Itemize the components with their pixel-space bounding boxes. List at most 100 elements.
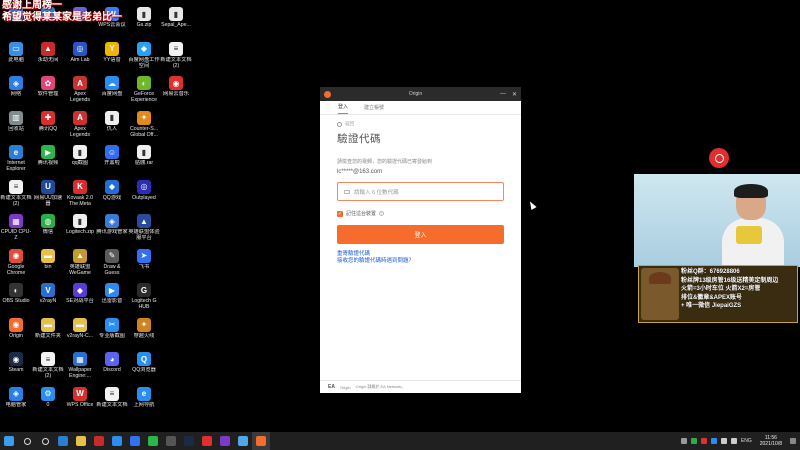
taskbar-app-purple-icon[interactable]	[216, 432, 234, 450]
taskbar-obs-icon[interactable]	[162, 432, 180, 450]
qq-tray-icon[interactable]	[710, 438, 717, 444]
minimize-icon[interactable]: —	[500, 91, 506, 98]
desktop-icon[interactable]: Vv2rayN	[32, 280, 64, 315]
desktop-icon[interactable]: ☁ 百度网盘	[96, 73, 128, 108]
desktop-icon[interactable]: ▶ 腾讯视频	[32, 142, 64, 177]
tray-arrow-icon[interactable]	[680, 438, 687, 444]
desktop-icon[interactable]: e Internet Explorer	[0, 142, 32, 177]
desktop-icon[interactable]: ▦ CPUID CPU-Z	[0, 211, 32, 246]
taskbar-app-feishu-icon[interactable]	[126, 432, 144, 450]
resend-code-link[interactable]: 重寄驗證代碼	[337, 251, 504, 258]
desktop-icon[interactable]: A Apex Legends	[64, 73, 96, 108]
desktop-icon[interactable]: ▬ bin	[32, 246, 64, 281]
notification-icon[interactable]	[790, 438, 796, 444]
desktop-icon[interactable]: Y YY语音	[96, 39, 128, 74]
verification-code-input[interactable]: 請輸入 6 位數代碼	[337, 182, 504, 201]
language-indicator[interactable]: ENG	[741, 438, 752, 444]
desktop-icon[interactable]: Q QQ浏览器	[128, 349, 160, 384]
network-icon[interactable]	[720, 438, 727, 444]
desktop-icon[interactable]: ≡ 新建文本文档(2)	[0, 177, 32, 212]
desktop-icon[interactable]: ▮ qq截图	[64, 142, 96, 177]
desktop-icon[interactable]: ▥ 回收站	[0, 108, 32, 143]
taskbar-internet-explorer-icon[interactable]	[54, 432, 72, 450]
wechat-tray-icon[interactable]	[690, 438, 697, 444]
desktop-icon[interactable]: ▶ 迅雷影音	[96, 280, 128, 315]
desktop-icon[interactable]: ✦ Counter-S... Global Off...	[128, 108, 160, 143]
desktop-icon[interactable]: ▮ Logitech.zip	[64, 211, 96, 246]
desktop-icon[interactable]: ☺ 开黑啦	[96, 142, 128, 177]
desktop-icon[interactable]: ≡ 新建文本文档(2)	[32, 349, 64, 384]
taskbar-task-view-icon[interactable]	[36, 432, 54, 450]
desktop-icon[interactable]: ✎ Draw & Guess	[96, 246, 128, 281]
desktop-icon[interactable]: ◐ OBS Studio	[0, 280, 32, 315]
taskbar-app-red-icon[interactable]	[90, 432, 108, 450]
desktop-icon[interactable]: ▮ Gs.zip	[128, 4, 160, 39]
taskbar-netease-music-icon[interactable]	[198, 432, 216, 450]
tab-login[interactable]: 登入	[338, 103, 349, 114]
desktop-icon[interactable]: ▲ 英雄联盟WeGame	[64, 246, 96, 281]
desktop-icon[interactable]: ◉ Steam	[0, 349, 32, 384]
desktop-icon[interactable]: ◍ 微信	[32, 211, 64, 246]
desktop-icon[interactable]: ◉ Google Chrome	[0, 246, 32, 281]
desktop-icon[interactable]: ◎ Outplayed	[128, 177, 160, 212]
desktop-icon[interactable]: e 上网导航	[128, 384, 160, 419]
desktop-icon[interactable]: K Kovaak 2.0 The Meta	[64, 177, 96, 212]
help-icon[interactable]: ?	[379, 211, 385, 216]
desktop-icon[interactable]: ➤ 飞书	[128, 246, 160, 281]
desktop-icon[interactable]: ◎ Aim Lab	[64, 39, 96, 74]
desktop-icon[interactable]: ≡ 新建文本文档(2)	[160, 39, 192, 74]
desktop-icon[interactable]: ▦ Wallpaper Engine:...	[64, 349, 96, 384]
close-icon[interactable]: ✕	[512, 91, 517, 98]
remember-device-checkbox[interactable]: ✓ 記住這台裝置 ?	[337, 210, 504, 217]
clock[interactable]: 11:56 2021/10/8	[756, 435, 786, 447]
taskbar-search-icon[interactable]	[18, 432, 36, 450]
desktop-icon[interactable]: ▮ Sepal_Ape...	[160, 4, 192, 39]
desktop-icon[interactable]: ◐ GeForce Experience	[128, 73, 160, 108]
desktop-icon[interactable]: ◕ Discord	[96, 349, 128, 384]
desktop-icon[interactable]: ◆ QQ游戏	[96, 177, 128, 212]
netease-tray-icon[interactable]	[700, 438, 707, 444]
taskbar-app-blue-icon[interactable]	[108, 432, 126, 450]
taskbar-tencent-video-icon[interactable]	[144, 432, 162, 450]
desktop-icon[interactable]: ✂ 专业版截图	[96, 315, 128, 350]
desktop-icon[interactable]: ▬ 新建文件夹	[32, 315, 64, 350]
desktop-icon[interactable]: ⚙ 0	[32, 384, 64, 419]
taskbar-file-explorer-icon[interactable]	[72, 432, 90, 450]
desktop-icon[interactable]: ◆ 百度网盘工作空间	[128, 39, 160, 74]
desktop-icon[interactable]: ✿ 软件管理	[32, 73, 64, 108]
window-titlebar[interactable]: Origin — ✕	[320, 87, 521, 101]
taskbar-steam-icon[interactable]	[180, 432, 198, 450]
desktop-icon[interactable]: A Apex Legends	[64, 108, 96, 143]
taskbar-app-lightblue-icon[interactable]	[234, 432, 252, 450]
desktop-icon-label: v2rayN-C...	[66, 332, 94, 339]
desktop-icon[interactable]: ◈ 网络	[0, 73, 32, 108]
desktop-icon[interactable]: U 网易UU加速器	[32, 177, 64, 212]
desktop-icon[interactable]: ◉ Origin	[0, 315, 32, 350]
desktop-icon[interactable]: ✚ 腾讯QQ	[32, 108, 64, 143]
app-icon: ▲	[41, 41, 55, 56]
desktop-icon[interactable]: ▲ 永劫无间	[32, 39, 64, 74]
desktop-icon[interactable]: W WPS Office	[64, 384, 96, 419]
desktop-icon-label: SE对战平台	[66, 298, 94, 304]
desktop-icon[interactable]: ▮ 骷髅.rar	[128, 142, 160, 177]
taskbar-windows-start-icon[interactable]	[0, 432, 18, 450]
desktop-icon[interactable]: G Logitech G HUB	[128, 280, 160, 315]
volume-icon[interactable]	[730, 438, 737, 444]
desktop-icon[interactable]: ◆ SE对战平台	[64, 280, 96, 315]
desktop-icon[interactable]: ≡ 新建文本文档	[96, 384, 128, 419]
tab-register[interactable]: 建立帳號	[364, 104, 384, 114]
desktop-icon[interactable]: ◉ 网易云音乐	[160, 73, 192, 108]
login-button[interactable]: 登入	[337, 225, 504, 244]
desktop-icon[interactable]: ◈ 电脑管家	[0, 384, 32, 419]
desktop-icon[interactable]: ▭ 此电脑	[0, 39, 32, 74]
netease-music-float-icon[interactable]	[709, 148, 729, 168]
desktop-icon[interactable]: ▮ 仇人	[96, 108, 128, 143]
desktop-icon-label: 骷髅.rar	[134, 160, 154, 166]
back-button[interactable]: 返回	[337, 121, 504, 127]
desktop-icon[interactable]: ◈ 腾讯游戏管家	[96, 211, 128, 246]
taskbar-origin-icon[interactable]	[252, 432, 270, 450]
desktop-icon[interactable]: ✦ 穿越火线	[128, 315, 160, 350]
desktop-icon[interactable]: ▲ 英雄联盟体验服平台	[128, 211, 160, 246]
code-problem-link[interactable]: 接收您的驗證代碼時遇到問題？	[337, 258, 504, 265]
desktop-icon[interactable]: ▬ v2rayN-C...	[64, 315, 96, 350]
